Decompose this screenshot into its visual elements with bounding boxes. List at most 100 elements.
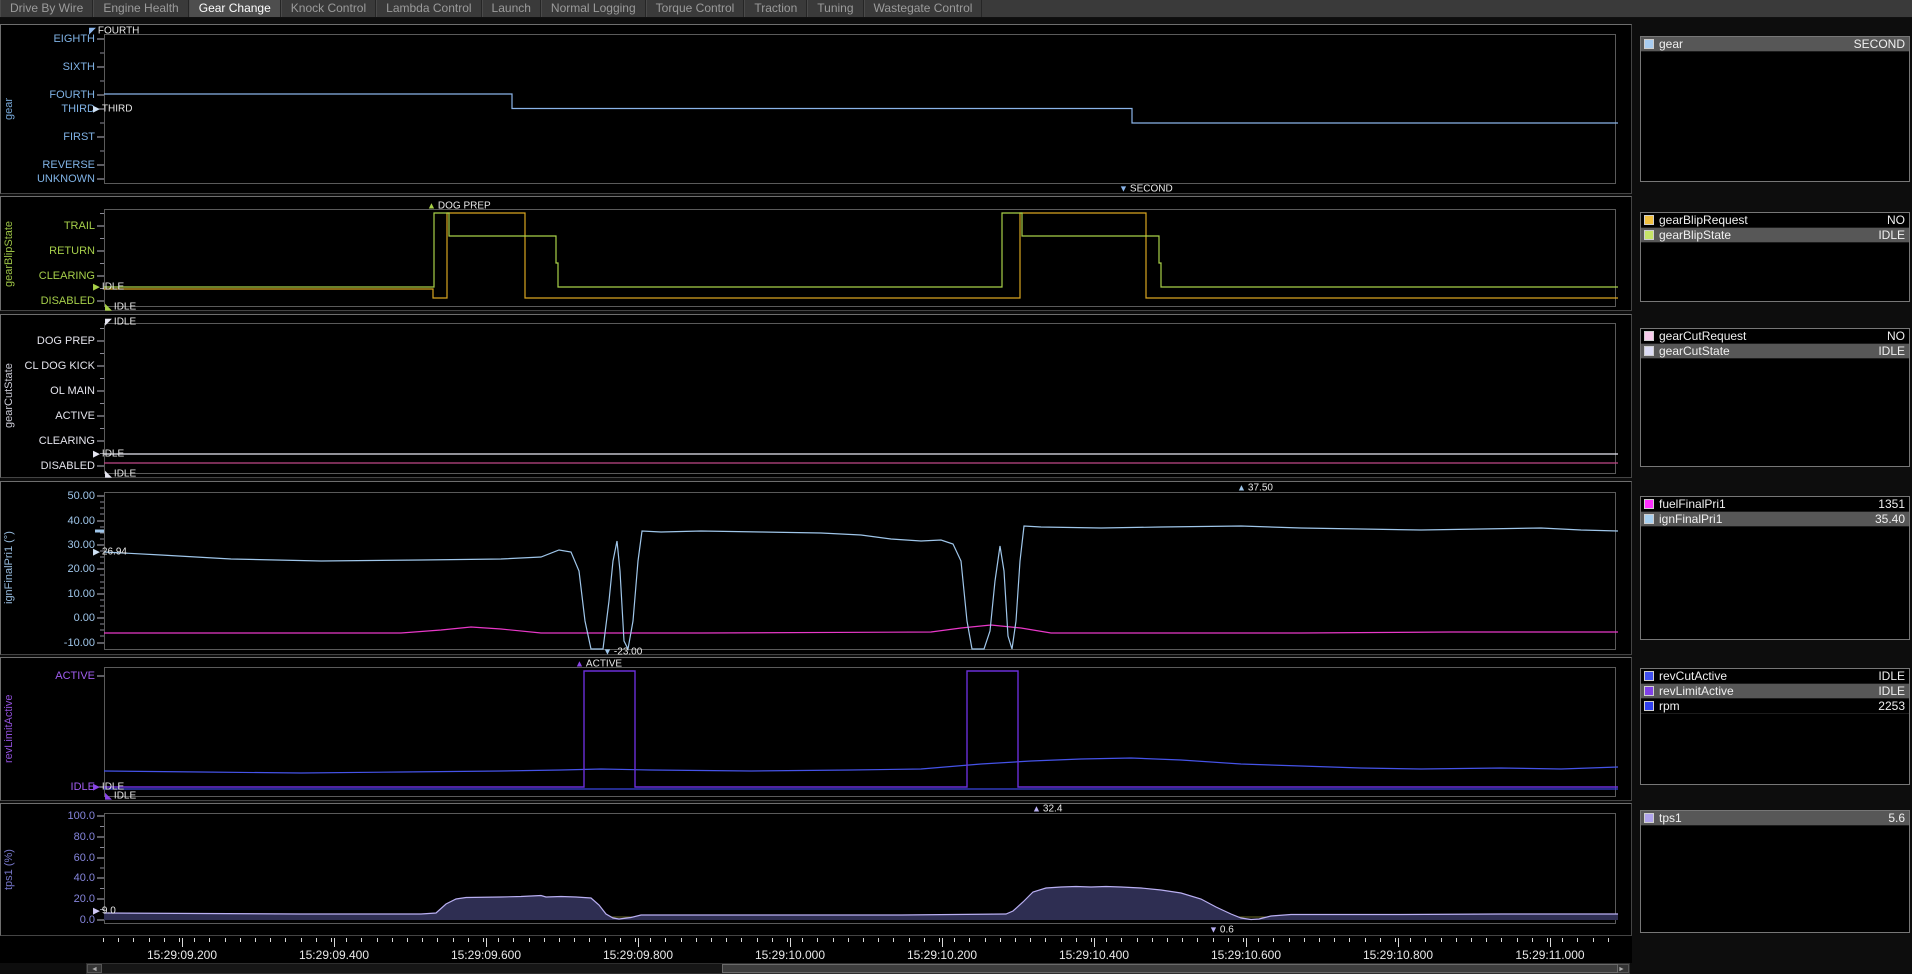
tab-knock-control[interactable]: Knock Control: [281, 0, 376, 17]
time-minor-tick: [1456, 938, 1457, 942]
time-minor-tick: [817, 938, 818, 942]
channel-name: tps1: [1659, 811, 1888, 825]
channel-value: IDLE: [1878, 684, 1909, 698]
marker-extreme-icon: ▲: [575, 659, 584, 669]
chart-panel-ignfinalpri1[interactable]: ignFinalPri1 (°)50.0040.0030.0020.0010.0…: [0, 481, 1632, 655]
scrollbar-thumb[interactable]: [722, 964, 1618, 973]
time-minor-tick: [209, 938, 210, 942]
plot-area-revlimitactive[interactable]: [1, 658, 1631, 802]
plot-area-tps1[interactable]: [1, 804, 1631, 937]
plot-area-gearcutstate[interactable]: [1, 315, 1631, 479]
marker-extreme-icon: ▲: [1237, 483, 1246, 493]
time-minor-tick: [1243, 938, 1244, 942]
marker-value: THIRD: [102, 104, 133, 115]
horizontal-scrollbar[interactable]: ◄ ►: [86, 963, 1630, 974]
legend-row-gearblipstate[interactable]: gearBlipStateIDLE: [1641, 228, 1909, 243]
plot-area-gearblipstate[interactable]: [1, 197, 1631, 312]
channel-value: 1351: [1878, 497, 1909, 511]
channel-color-swatch-icon: [1644, 346, 1654, 356]
time-minor-tick: [1304, 938, 1305, 942]
marker-value: IDLE: [102, 282, 124, 293]
plot-area-gear[interactable]: [1, 25, 1631, 195]
value-marker-32-4: ▲32.4: [1032, 804, 1062, 815]
legend-row-gearcutrequest[interactable]: gearCutRequestNO: [1641, 329, 1909, 344]
tab-engine-health[interactable]: Engine Health: [93, 0, 188, 17]
legend-row-gear[interactable]: gearSECOND: [1641, 37, 1909, 52]
time-minor-tick: [711, 938, 712, 942]
marker-value: IDLE: [102, 449, 124, 460]
time-minor-tick: [681, 938, 682, 942]
plot-frame: [105, 324, 1616, 474]
time-minor-tick: [437, 938, 438, 942]
channel-name: fuelFinalPri1: [1659, 497, 1878, 511]
tab-drive-by-wire[interactable]: Drive By Wire: [0, 0, 93, 17]
channel-color-swatch-icon: [1644, 671, 1654, 681]
legend-row-tps1[interactable]: tps15.6: [1641, 811, 1909, 826]
tab-torque-control[interactable]: Torque Control: [646, 0, 745, 17]
chart-panel-gear[interactable]: gearEIGHTHSIXTHFOURTHTHIRDFIRSTREVERSEUN…: [0, 24, 1632, 194]
legend-row-revlimitactive[interactable]: revLimitActiveIDLE: [1641, 684, 1909, 699]
chart-panel-gearblipstate[interactable]: gearBlipStateTRAILRETURNCLEARINGDISABLED…: [0, 196, 1632, 311]
time-tick-label: 15:29:09.400: [299, 948, 369, 962]
time-minor-tick: [1061, 938, 1062, 942]
marker-extreme-icon: ◣: [105, 469, 112, 479]
tab-wastegate-control[interactable]: Wastegate Control: [864, 0, 983, 17]
time-minor-tick: [1562, 938, 1563, 942]
time-minor-tick: [1608, 938, 1609, 942]
time-minor-tick: [1000, 938, 1001, 942]
tab-normal-logging[interactable]: Normal Logging: [541, 0, 646, 17]
marker-extreme-icon: ◤: [105, 317, 112, 327]
time-minor-tick: [1441, 938, 1442, 942]
chart-panel-revlimitactive[interactable]: revLimitActiveACTIVEIDLE▲ACTIVE▶IDLE◣IDL…: [0, 657, 1632, 801]
channel-value: IDLE: [1878, 669, 1909, 683]
tab-gear-change[interactable]: Gear Change: [189, 0, 281, 17]
time-minor-tick: [802, 938, 803, 942]
time-minor-tick: [1380, 938, 1381, 942]
legend-panel-1: gearBlipRequestNOgearBlipStateIDLE: [1640, 212, 1910, 302]
time-minor-tick: [270, 938, 271, 942]
time-minor-tick: [164, 938, 165, 942]
chart-panel-gearcutstate[interactable]: gearCutStateDOG PREPCL DOG KICKOL MAINAC…: [0, 314, 1632, 478]
time-major-tick: [334, 938, 335, 947]
legend-panel-3: fuelFinalPri11351ignFinalPri135.40: [1640, 496, 1910, 640]
time-minor-tick: [377, 938, 378, 942]
time-minor-tick: [1182, 938, 1183, 942]
tab-launch[interactable]: Launch: [482, 0, 541, 17]
value-marker-9-0: ▶9.0: [93, 906, 116, 917]
legend-row-gearbliprequest[interactable]: gearBlipRequestNO: [1641, 213, 1909, 228]
plot-area-ignfinalpri1[interactable]: [1, 482, 1631, 656]
legend-row-ignfinalpri1[interactable]: ignFinalPri135.40: [1641, 512, 1909, 527]
time-tick-label: 15:29:10.200: [907, 948, 977, 962]
tab-lambda-control[interactable]: Lambda Control: [376, 0, 481, 17]
time-minor-tick: [301, 938, 302, 942]
channel-value: NO: [1887, 329, 1909, 343]
marker-extreme-icon: ◣: [105, 302, 112, 312]
time-minor-tick: [1137, 938, 1138, 942]
value-marker-third: ▶THIRD: [93, 104, 132, 115]
channel-color-swatch-icon: [1644, 215, 1654, 225]
time-minor-tick: [1593, 938, 1594, 942]
chart-panel-tps1[interactable]: tps1 (%)100.080.060.040.020.00.0▲32.4▶9.…: [0, 803, 1632, 936]
time-minor-tick: [103, 938, 104, 942]
legend-row-gearcutstate[interactable]: gearCutStateIDLE: [1641, 344, 1909, 359]
tab-tuning[interactable]: Tuning: [807, 0, 863, 17]
legend-row-fuelfinalpri1[interactable]: fuelFinalPri11351: [1641, 497, 1909, 512]
time-minor-tick: [1091, 938, 1092, 942]
channel-value: 5.6: [1888, 811, 1909, 825]
time-minor-tick: [149, 938, 150, 942]
time-major-tick: [1246, 938, 1247, 947]
time-minor-tick: [194, 938, 195, 942]
legend-row-revcutactive[interactable]: revCutActiveIDLE: [1641, 669, 1909, 684]
marker-extreme-icon: ▼: [603, 647, 612, 657]
tab-traction[interactable]: Traction: [744, 0, 807, 17]
time-axis: 15:29:09.20015:29:09.40015:29:09.60015:2…: [0, 936, 1632, 963]
series-line-gearbliprequest: [104, 213, 1618, 298]
marker-extreme-icon: ▲: [427, 201, 436, 211]
scrollbar-track[interactable]: [102, 964, 1614, 973]
legend-row-rpm[interactable]: rpm2253: [1641, 699, 1909, 714]
scroll-left-arrow-icon[interactable]: ◄: [87, 964, 102, 973]
channel-name: ignFinalPri1: [1659, 512, 1875, 526]
marker-value: DOG PREP: [438, 201, 491, 212]
value-marker-37-50: ▲37.50: [1237, 483, 1273, 494]
time-minor-tick: [985, 938, 986, 942]
